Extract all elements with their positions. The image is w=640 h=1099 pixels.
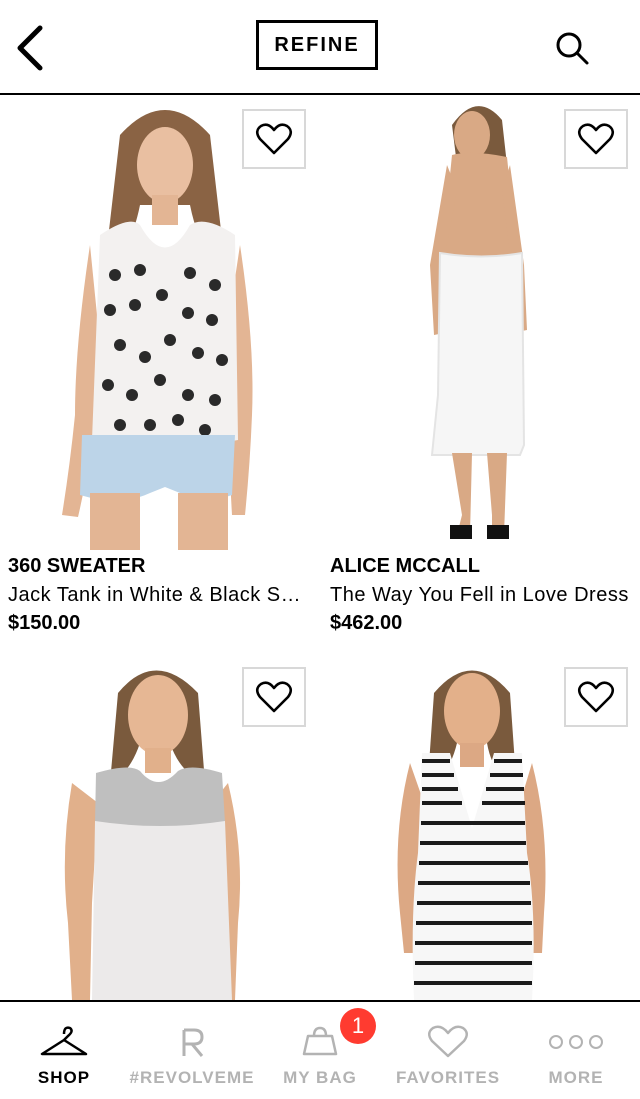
hanger-icon [40,1026,88,1056]
more-dots-icon [549,1035,603,1049]
bottom-tab-bar: SHOP #REVOLVEME MY BAG FAVORITES MORE [0,1000,640,1099]
favorite-button[interactable] [564,109,628,169]
product-name: Jack Tank in White & Black Skull [8,584,308,606]
bag-count-badge: 1 [340,1008,376,1044]
heart-icon [428,1025,468,1058]
product-brand: ALICE MCCALL [330,555,480,577]
favorite-button[interactable] [564,667,628,727]
tab-label: #REVOLVEME [129,1068,255,1087]
tab-label: SHOP [37,1068,91,1087]
search-icon [556,32,589,65]
top-nav-bar: REFINE [0,0,640,95]
heart-icon [255,681,293,713]
tab-more[interactable]: MORE [512,1002,640,1099]
product-card[interactable]: ALICE MCCALL The Way You Fell in Love Dr… [322,95,640,655]
product-image[interactable] [0,653,320,1000]
heart-icon [577,681,615,713]
product-image[interactable] [322,95,640,550]
tab-shop[interactable]: SHOP [0,1002,128,1099]
product-card[interactable] [322,653,640,1000]
tab-label: FAVORITES [395,1068,501,1087]
product-brand: 360 SWEATER [8,555,146,577]
product-card[interactable] [0,653,320,1000]
product-image[interactable] [0,95,320,550]
revolve-r-icon [182,1028,204,1057]
heart-icon [255,123,293,155]
back-button[interactable] [12,24,52,72]
product-grid: 360 SWEATER Jack Tank in White & Black S… [0,95,640,1000]
search-button[interactable] [552,28,592,68]
favorite-button[interactable] [242,109,306,169]
tab-label: MY BAG [283,1068,357,1087]
tab-label: MORE [548,1068,604,1087]
product-price: $462.00 [330,612,403,634]
product-image[interactable] [322,653,640,1000]
heart-icon [577,123,615,155]
chevron-left-icon [17,25,43,71]
favorite-button[interactable] [242,667,306,727]
product-price: $150.00 [8,612,81,634]
tab-revolveme[interactable]: #REVOLVEME [128,1002,256,1099]
tab-favorites[interactable]: FAVORITES [384,1002,512,1099]
refine-button[interactable]: REFINE [256,20,378,70]
product-name: The Way You Fell in Love Dress [330,584,629,606]
product-card[interactable]: 360 SWEATER Jack Tank in White & Black S… [0,95,320,655]
